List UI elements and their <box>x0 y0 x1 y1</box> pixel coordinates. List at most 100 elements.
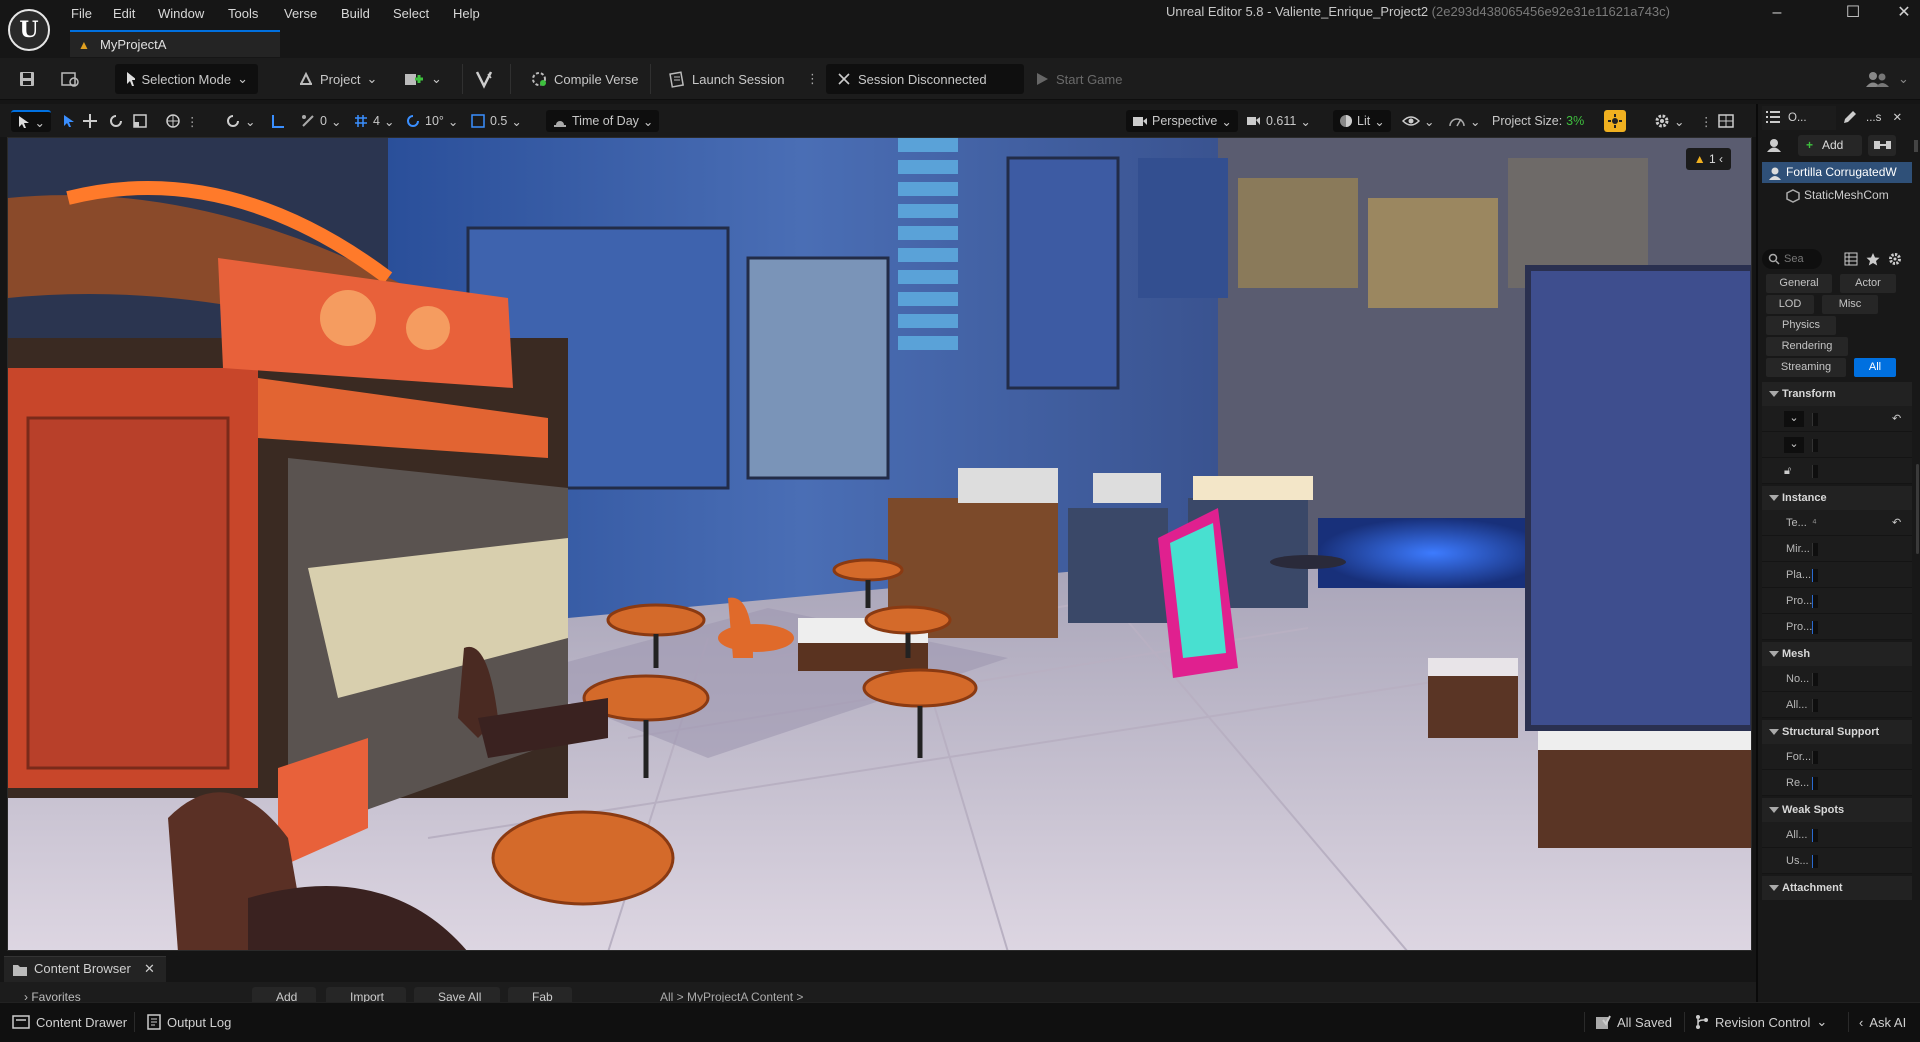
menu-build[interactable]: Build <box>341 6 370 21</box>
scroll-thumb[interactable] <box>1914 140 1918 152</box>
snap-rotate-dropdown[interactable]: ⌄ <box>225 110 255 132</box>
structural-prop-row[interactable]: For... <box>1762 744 1912 770</box>
start-game-button[interactable]: Start Game <box>1034 64 1122 94</box>
revision-control-dropdown[interactable]: Revision Control ⌄ <box>1684 1012 1827 1032</box>
reset-icon[interactable]: ↶ <box>1892 510 1901 536</box>
project-dropdown[interactable]: Project ⌄ <box>298 64 377 94</box>
filter-actor[interactable]: Actor <box>1840 274 1896 293</box>
time-of-day-dropdown[interactable]: Time of Day ⌄ <box>546 110 660 132</box>
table-view-icon[interactable] <box>1844 252 1858 266</box>
instance-prop-row[interactable]: Pla... <box>1762 562 1912 588</box>
world-space-icon[interactable] <box>165 110 181 132</box>
session-status[interactable]: Session Disconnected <box>826 64 1024 94</box>
filter-rendering[interactable]: Rendering <box>1766 337 1848 356</box>
location-value[interactable] <box>1812 413 1818 426</box>
content-browser-tab[interactable]: Content Browser ✕ <box>4 956 166 982</box>
realtime-dropdown[interactable]: ⌄ <box>1448 110 1480 132</box>
actor-tree-item[interactable]: Fortilla CorrugatedW <box>1762 162 1912 183</box>
move-tool-icon[interactable] <box>82 110 98 132</box>
star-icon[interactable] <box>1866 252 1880 266</box>
viewport-settings-dropdown[interactable]: ⌄ <box>1654 110 1684 132</box>
rotate-tool-icon[interactable] <box>108 110 124 132</box>
unreal-logo[interactable]: U <box>8 9 50 51</box>
details-scrollbar[interactable] <box>1916 464 1919 554</box>
more-options-icon[interactable]: ⋮ <box>806 64 819 94</box>
lock-icon[interactable]: 🔓︎ <box>1784 458 1791 484</box>
import-button[interactable]: Import <box>326 987 406 1002</box>
rotation-dropdown[interactable]: ⌄ <box>1784 437 1804 453</box>
weak-spots-prop-row[interactable]: Us... <box>1762 848 1912 874</box>
launch-session-button[interactable]: Launch Session <box>668 64 785 94</box>
weak-spots-category[interactable]: Weak Spots <box>1762 798 1912 822</box>
lit-mode-dropdown[interactable]: Lit ⌄ <box>1333 110 1391 132</box>
performance-warning-icon[interactable] <box>1604 110 1626 132</box>
menu-file[interactable]: File <box>71 6 92 21</box>
selection-mode-dropdown[interactable]: Selection Mode ⌄ <box>115 64 258 94</box>
filter-physics[interactable]: Physics <box>1766 316 1836 335</box>
instance-category[interactable]: Instance <box>1762 486 1912 510</box>
content-drawer-button[interactable]: Content Drawer <box>12 1012 127 1032</box>
mesh-prop-row[interactable]: No... <box>1762 666 1912 692</box>
instance-prop-row[interactable]: Pro... <box>1762 614 1912 640</box>
rotation-value[interactable] <box>1812 439 1818 452</box>
reset-icon[interactable]: ↶ <box>1892 406 1901 432</box>
show-flags-dropdown[interactable]: ⌄ <box>1402 110 1434 132</box>
grid-snap-value[interactable]: 4 ⌄ <box>353 110 394 132</box>
attachment-category[interactable]: Attachment <box>1762 876 1912 900</box>
scale-value[interactable] <box>1812 465 1818 478</box>
ask-ai-button[interactable]: ‹ Ask AI <box>1848 1012 1906 1032</box>
select-tool-icon[interactable] <box>62 110 76 132</box>
level-viewport[interactable]: ▲ 1 ‹ <box>7 137 1752 951</box>
transform-more-icon[interactable]: ⋮ <box>186 110 199 132</box>
blueprint-icon[interactable] <box>1868 135 1896 156</box>
component-tree-item[interactable]: StaticMeshCom <box>1780 185 1914 206</box>
users-icon[interactable]: ⌄ <box>1864 64 1909 94</box>
verse-icon[interactable] <box>474 64 496 94</box>
filter-streaming[interactable]: Streaming <box>1766 358 1846 377</box>
maximize-button[interactable]: ☐ <box>1842 4 1864 24</box>
close-tab-icon[interactable]: ✕ <box>1893 112 1903 124</box>
filter-general[interactable]: General <box>1766 274 1832 293</box>
mesh-prop-row[interactable]: All... <box>1762 692 1912 718</box>
close-tab-icon[interactable]: ✕ <box>144 957 155 981</box>
save-all-button[interactable]: Save All <box>414 987 500 1002</box>
menu-tools[interactable]: Tools <box>228 6 258 21</box>
content-add-button[interactable]: Add <box>252 987 316 1002</box>
instance-prop-row[interactable]: Mir... <box>1762 536 1912 562</box>
settings-gear-icon[interactable] <box>1888 252 1902 266</box>
fab-button[interactable]: Fab <box>508 987 572 1002</box>
project-tab[interactable]: ▲ MyProjectA <box>70 30 280 57</box>
location-dropdown[interactable]: ⌄ <box>1784 411 1804 427</box>
viewport-warning-badge[interactable]: ▲ 1 ‹ <box>1685 148 1731 170</box>
content-browse-icon[interactable] <box>60 64 80 94</box>
surface-snap-icon[interactable] <box>270 110 286 132</box>
menu-select[interactable]: Select <box>393 6 429 21</box>
structural-support-category[interactable]: Structural Support <box>1762 720 1912 744</box>
output-log-button[interactable]: Output Log <box>134 1012 231 1032</box>
structural-prop-row[interactable]: Re... <box>1762 770 1912 796</box>
add-actor-dropdown[interactable]: ⌄ <box>403 64 442 94</box>
scale-tool-icon[interactable] <box>132 110 148 132</box>
snap-rotation-value[interactable]: 0 ⌄ <box>300 110 341 132</box>
close-window-button[interactable]: ✕ <box>1893 4 1915 24</box>
camera-speed-dropdown[interactable]: 0.611 ⌄ <box>1246 110 1311 132</box>
perspective-dropdown[interactable]: Perspective ⌄ <box>1126 110 1238 132</box>
viewport-options-dropdown[interactable]: ⌄ <box>11 110 51 132</box>
all-saved-indicator[interactable]: All Saved <box>1584 1012 1672 1032</box>
filter-misc[interactable]: Misc <box>1822 295 1878 314</box>
filter-lod[interactable]: LOD <box>1766 295 1814 314</box>
content-path-breadcrumb[interactable]: All > MyProjectA Content > <box>660 990 803 1002</box>
weak-spots-prop-row[interactable]: All... <box>1762 822 1912 848</box>
save-icon[interactable] <box>18 64 36 94</box>
layout-icon[interactable] <box>1718 110 1734 132</box>
favorites-toggle[interactable]: › Favorites <box>24 990 81 1002</box>
scale-snap-value[interactable]: 0.5 ⌄ <box>470 110 522 132</box>
instance-prop-row[interactable]: Te... ⁴ ↶ <box>1762 510 1912 536</box>
menu-window[interactable]: Window <box>158 6 204 21</box>
compile-verse-button[interactable]: Compile Verse <box>530 64 639 94</box>
mesh-category[interactable]: Mesh <box>1762 642 1912 666</box>
instance-prop-row[interactable]: Pro... <box>1762 588 1912 614</box>
add-component-button[interactable]: + Add <box>1798 135 1862 156</box>
actor-icon[interactable] <box>1766 137 1782 153</box>
menu-help[interactable]: Help <box>453 6 480 21</box>
